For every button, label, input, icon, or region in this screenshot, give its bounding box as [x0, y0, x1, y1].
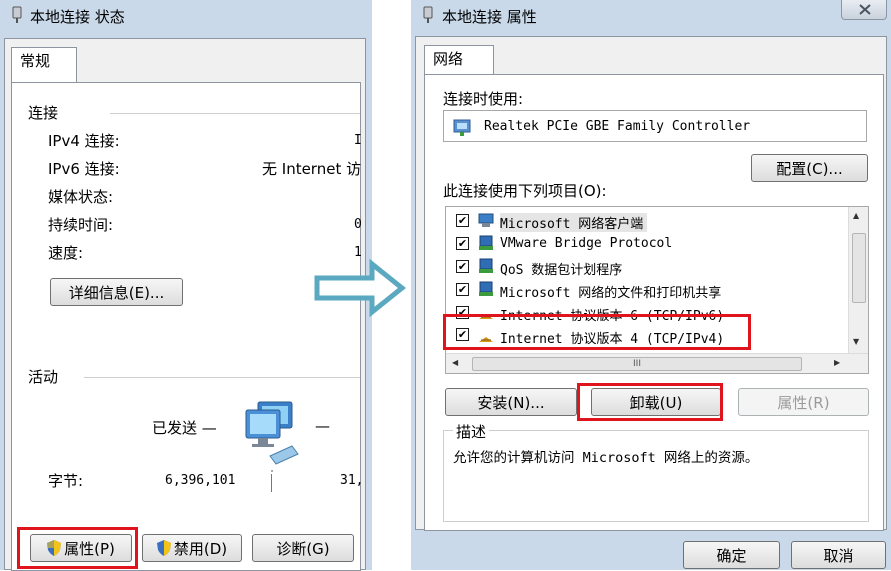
bytes-received-value: 31, — [340, 473, 364, 488]
activity-divider — [84, 377, 360, 378]
diagnose-button[interactable]: 诊断(G) — [252, 534, 354, 562]
item-label: QoS 数据包计划程序 — [500, 263, 623, 278]
tab-networking[interactable]: 网络 — [424, 45, 494, 75]
scroll-right-arrow-icon[interactable]: ▶ — [834, 358, 840, 367]
install-button[interactable]: 安装(N)... — [445, 388, 577, 416]
details-button[interactable]: 详细信息(E)... — [50, 278, 183, 306]
properties-window-title: 本地连接 属性 — [442, 8, 537, 26]
general-tab-page — [11, 82, 361, 571]
speed-label: 速度: — [48, 244, 84, 262]
description-text: 允许您的计算机访问 Microsoft 网络上的资源。 — [453, 450, 759, 466]
status-title-bar: 本地连接 状态 — [0, 0, 372, 30]
list-horizontal-scrollbar[interactable]: ◀ III ▶ — [446, 353, 868, 373]
bytes-sent-value: 6,396,101 — [165, 473, 236, 488]
service-icon — [479, 281, 493, 296]
bytes-label: 字节: — [48, 472, 84, 490]
ipv4-label: IPv4 连接: — [48, 132, 120, 150]
ipv6-value: 无 Internet 访 — [262, 160, 362, 178]
item-label: Microsoft 网络的文件和打印机共享 — [500, 286, 722, 301]
item-checkbox[interactable]: ✔ — [456, 237, 469, 250]
description-label: 描述 — [453, 421, 490, 442]
duration-value: 0 — [354, 217, 362, 232]
uac-shield-icon — [156, 540, 171, 556]
ipv4-value: I — [354, 133, 362, 148]
duration-label: 持续时间: — [48, 216, 114, 234]
sent-label: 已发送 — — [152, 419, 217, 437]
item-label: VMware Bridge Protocol — [500, 236, 673, 251]
horizontal-scroll-thumb[interactable]: III — [472, 357, 802, 371]
item-label: Microsoft 网络客户端 — [500, 213, 648, 232]
item-checkbox[interactable]: ✔ — [456, 214, 469, 227]
network-adapter-icon — [453, 119, 471, 136]
network-activity-icon — [245, 401, 299, 472]
highlight-ipv4-item — [443, 314, 751, 350]
media-state-label: 媒体状态: — [48, 188, 114, 206]
network-connection-icon — [423, 6, 433, 23]
adapter-name: Realtek PCIe GBE Family Controller — [484, 119, 751, 134]
protocol-icon — [479, 235, 493, 250]
scroll-up-arrow-icon[interactable]: ▲ — [853, 211, 859, 220]
disable-button-label: 禁用(D) — [173, 539, 228, 558]
status-window-title: 本地连接 状态 — [30, 8, 125, 26]
highlight-properties — [17, 527, 138, 569]
received-dash: — — [315, 417, 330, 435]
network-client-icon — [478, 213, 494, 227]
close-icon — [859, 4, 871, 15]
ipv6-label: IPv6 连接: — [48, 160, 120, 178]
activity-center-line — [271, 474, 272, 492]
connection-divider — [110, 113, 360, 114]
configure-button[interactable]: 配置(C)... — [751, 154, 868, 182]
scroll-left-arrow-icon[interactable]: ◀ — [452, 358, 458, 367]
description-group — [443, 430, 869, 522]
network-connection-icon — [12, 6, 22, 23]
disable-button[interactable]: 禁用(D) — [142, 534, 242, 562]
properties-window: 本地连接 属性 网络 连接时使用: Realtek PCIe GBE Famil… — [411, 0, 891, 570]
item-properties-button[interactable]: 属性(R) — [738, 388, 869, 416]
list-vertical-scrollbar[interactable]: ▲ ▼ — [848, 207, 868, 353]
ok-button[interactable]: 确定 — [683, 541, 780, 569]
connect-using-label: 连接时使用: — [443, 90, 524, 108]
connection-section-header: 连接 — [28, 104, 59, 122]
scroll-thumb[interactable] — [852, 233, 866, 303]
items-label: 此连接使用下列项目(O): — [443, 182, 607, 200]
item-checkbox[interactable]: ✔ — [456, 283, 469, 296]
transition-arrow-icon — [314, 258, 406, 318]
highlight-uninstall — [577, 383, 723, 421]
service-icon — [479, 258, 493, 273]
tab-general[interactable]: 常规 — [11, 47, 77, 83]
item-checkbox[interactable]: ✔ — [456, 260, 469, 273]
cancel-button[interactable]: 取消 — [791, 541, 886, 569]
properties-title-bar: 本地连接 属性 — [411, 0, 891, 30]
scroll-down-arrow-icon[interactable]: ▼ — [853, 337, 859, 346]
activity-section-header: 活动 — [28, 368, 59, 386]
close-button[interactable] — [841, 0, 887, 20]
adapter-box: Realtek PCIe GBE Family Controller — [443, 110, 867, 142]
